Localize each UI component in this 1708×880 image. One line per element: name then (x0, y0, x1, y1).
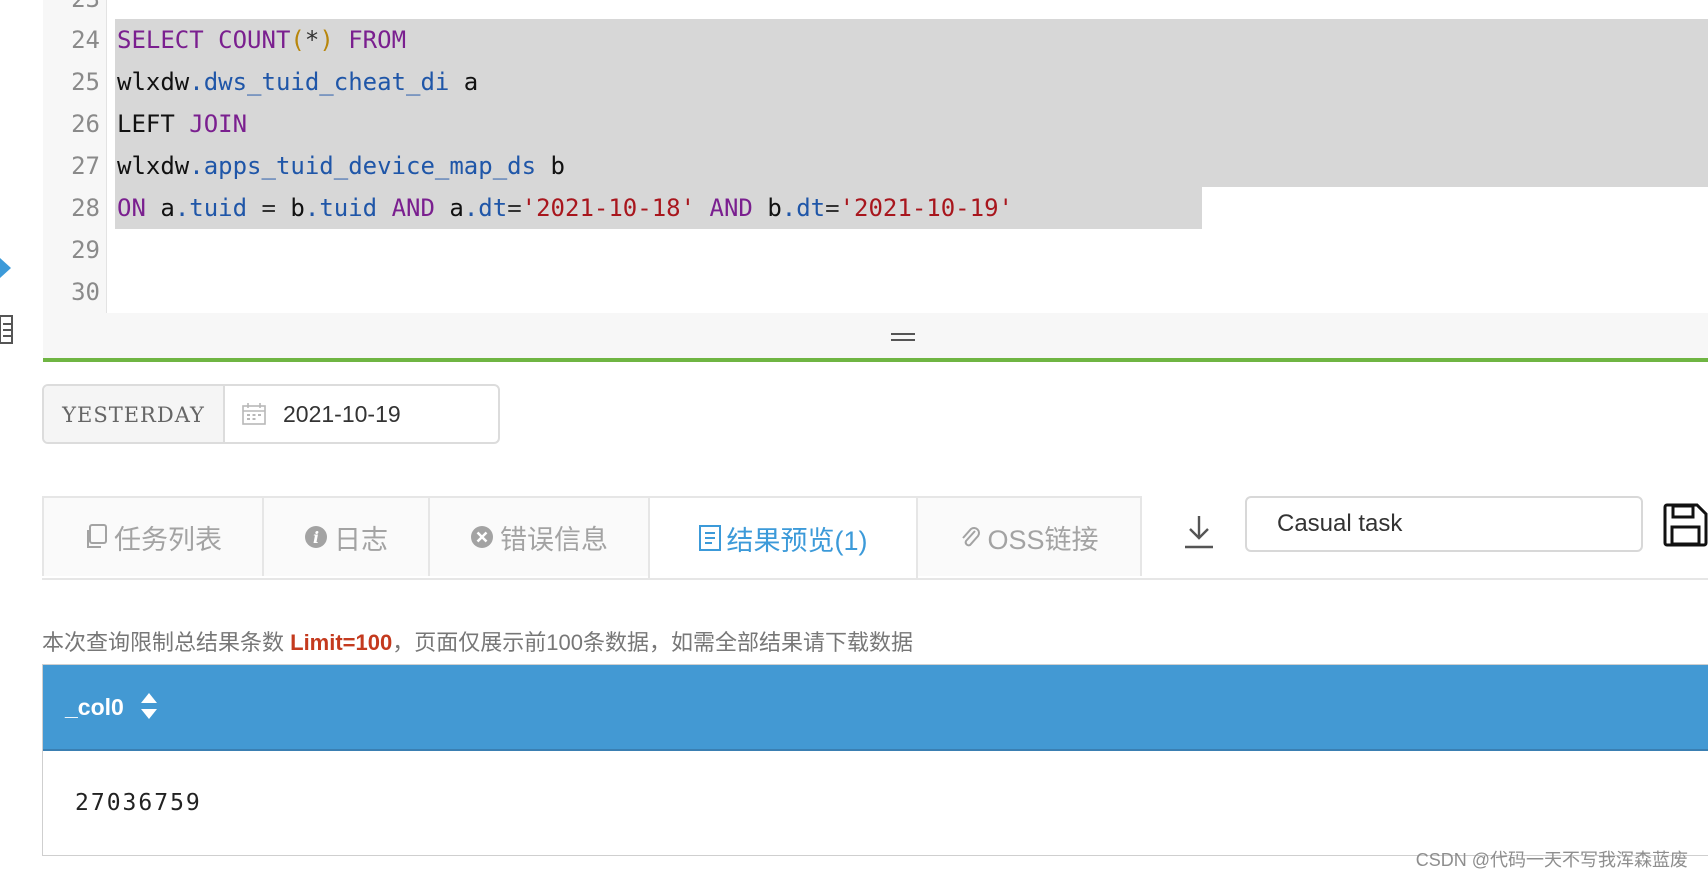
tab-label: 日志 (334, 524, 388, 555)
table-row: 27036759 (43, 751, 1708, 855)
code-line[interactable]: 29 (43, 229, 1708, 271)
line-number: 24 (71, 26, 100, 54)
code-line: 23 (43, 0, 1708, 20)
error-icon (471, 526, 493, 548)
tab-label: OSS链接 (987, 524, 1099, 555)
paperclip-icon (962, 527, 981, 547)
tab-result-preview[interactable]: 结果预览(1) (648, 496, 918, 578)
code-text: wlxdw.dws_tuid_cheat_di a (117, 68, 479, 96)
tab-label: 结果预览(1) (726, 525, 868, 556)
yesterday-button[interactable]: YESTERDAY (44, 386, 225, 442)
tab-label: 错误信息 (500, 524, 608, 555)
line-number: 27 (71, 152, 100, 180)
download-icon[interactable] (1184, 514, 1214, 550)
code-line[interactable]: 25 wlxdw.dws_tuid_cheat_di a (43, 61, 1708, 103)
query-limit-notice: 本次查询限制总结果条数 Limit=100，页面仅展示前100条数据，如需全部结… (42, 630, 913, 655)
list-icon[interactable] (0, 315, 14, 345)
tab-oss-link[interactable]: OSS链接 (916, 496, 1142, 576)
left-rail (0, 0, 40, 880)
sort-icon[interactable] (139, 691, 159, 721)
tab-label: 任务列表 (114, 524, 222, 555)
save-icon[interactable] (1663, 503, 1708, 547)
code-text: SELECT COUNT(*) FROM (117, 26, 407, 54)
table-cell: 27036759 (75, 790, 202, 816)
editor-divider (43, 358, 1708, 362)
code-text: LEFT JOIN (117, 110, 248, 138)
line-number: 28 (71, 194, 100, 222)
line-number: 25 (71, 68, 100, 96)
editor-resize-bar[interactable] (43, 313, 1708, 358)
table-header: _col0 (43, 665, 1708, 751)
document-icon (698, 525, 721, 551)
limit-value: Limit=100 (290, 630, 393, 655)
date-picker[interactable]: YESTERDAY 2021-10-19 (42, 384, 500, 444)
code-line[interactable]: 26 LEFT JOIN (43, 103, 1708, 145)
line-number: 26 (71, 110, 100, 138)
calendar-icon (242, 403, 266, 425)
date-input[interactable]: 2021-10-19 (283, 386, 401, 442)
code-line[interactable]: 27 wlxdw.apps_tuid_device_map_ds b (43, 145, 1708, 187)
source-credit: CSDN @代码一天不写我浑森蓝废 (1415, 850, 1688, 870)
tab-log[interactable]: i 日志 (262, 496, 430, 576)
code-line[interactable]: 28 ON a.tuid = b.tuid AND a.dt='2021-10-… (43, 187, 1708, 229)
tab-error-info[interactable]: 错误信息 (428, 496, 650, 576)
task-name-input[interactable]: Casual task (1245, 496, 1643, 552)
drag-handle-icon[interactable] (891, 333, 915, 341)
code-line[interactable]: 30 (43, 271, 1708, 313)
copy-icon (87, 524, 107, 548)
tab-task-list[interactable]: 任务列表 (42, 496, 264, 576)
svg-text:i: i (313, 528, 319, 547)
line-number: 29 (71, 236, 100, 264)
sql-editor[interactable]: 23 24 SELECT COUNT(*) FROM 25 wlxdw.dws_… (43, 0, 1708, 313)
column-header[interactable]: _col0 (65, 665, 124, 749)
line-number: 30 (71, 278, 100, 306)
code-text: wlxdw.apps_tuid_device_map_ds b (117, 152, 565, 180)
result-table: _col0 27036759 (42, 664, 1708, 856)
code-line[interactable]: 24 SELECT COUNT(*) FROM (43, 19, 1708, 61)
info-icon: i (305, 526, 327, 548)
app-page: 23 24 SELECT COUNT(*) FROM 25 wlxdw.dws_… (0, 0, 1708, 880)
code-text: ON a.tuid = b.tuid AND a.dt='2021-10-18'… (117, 194, 1013, 222)
selection-highlight (115, 103, 1708, 145)
expand-arrow-icon[interactable] (0, 258, 11, 278)
